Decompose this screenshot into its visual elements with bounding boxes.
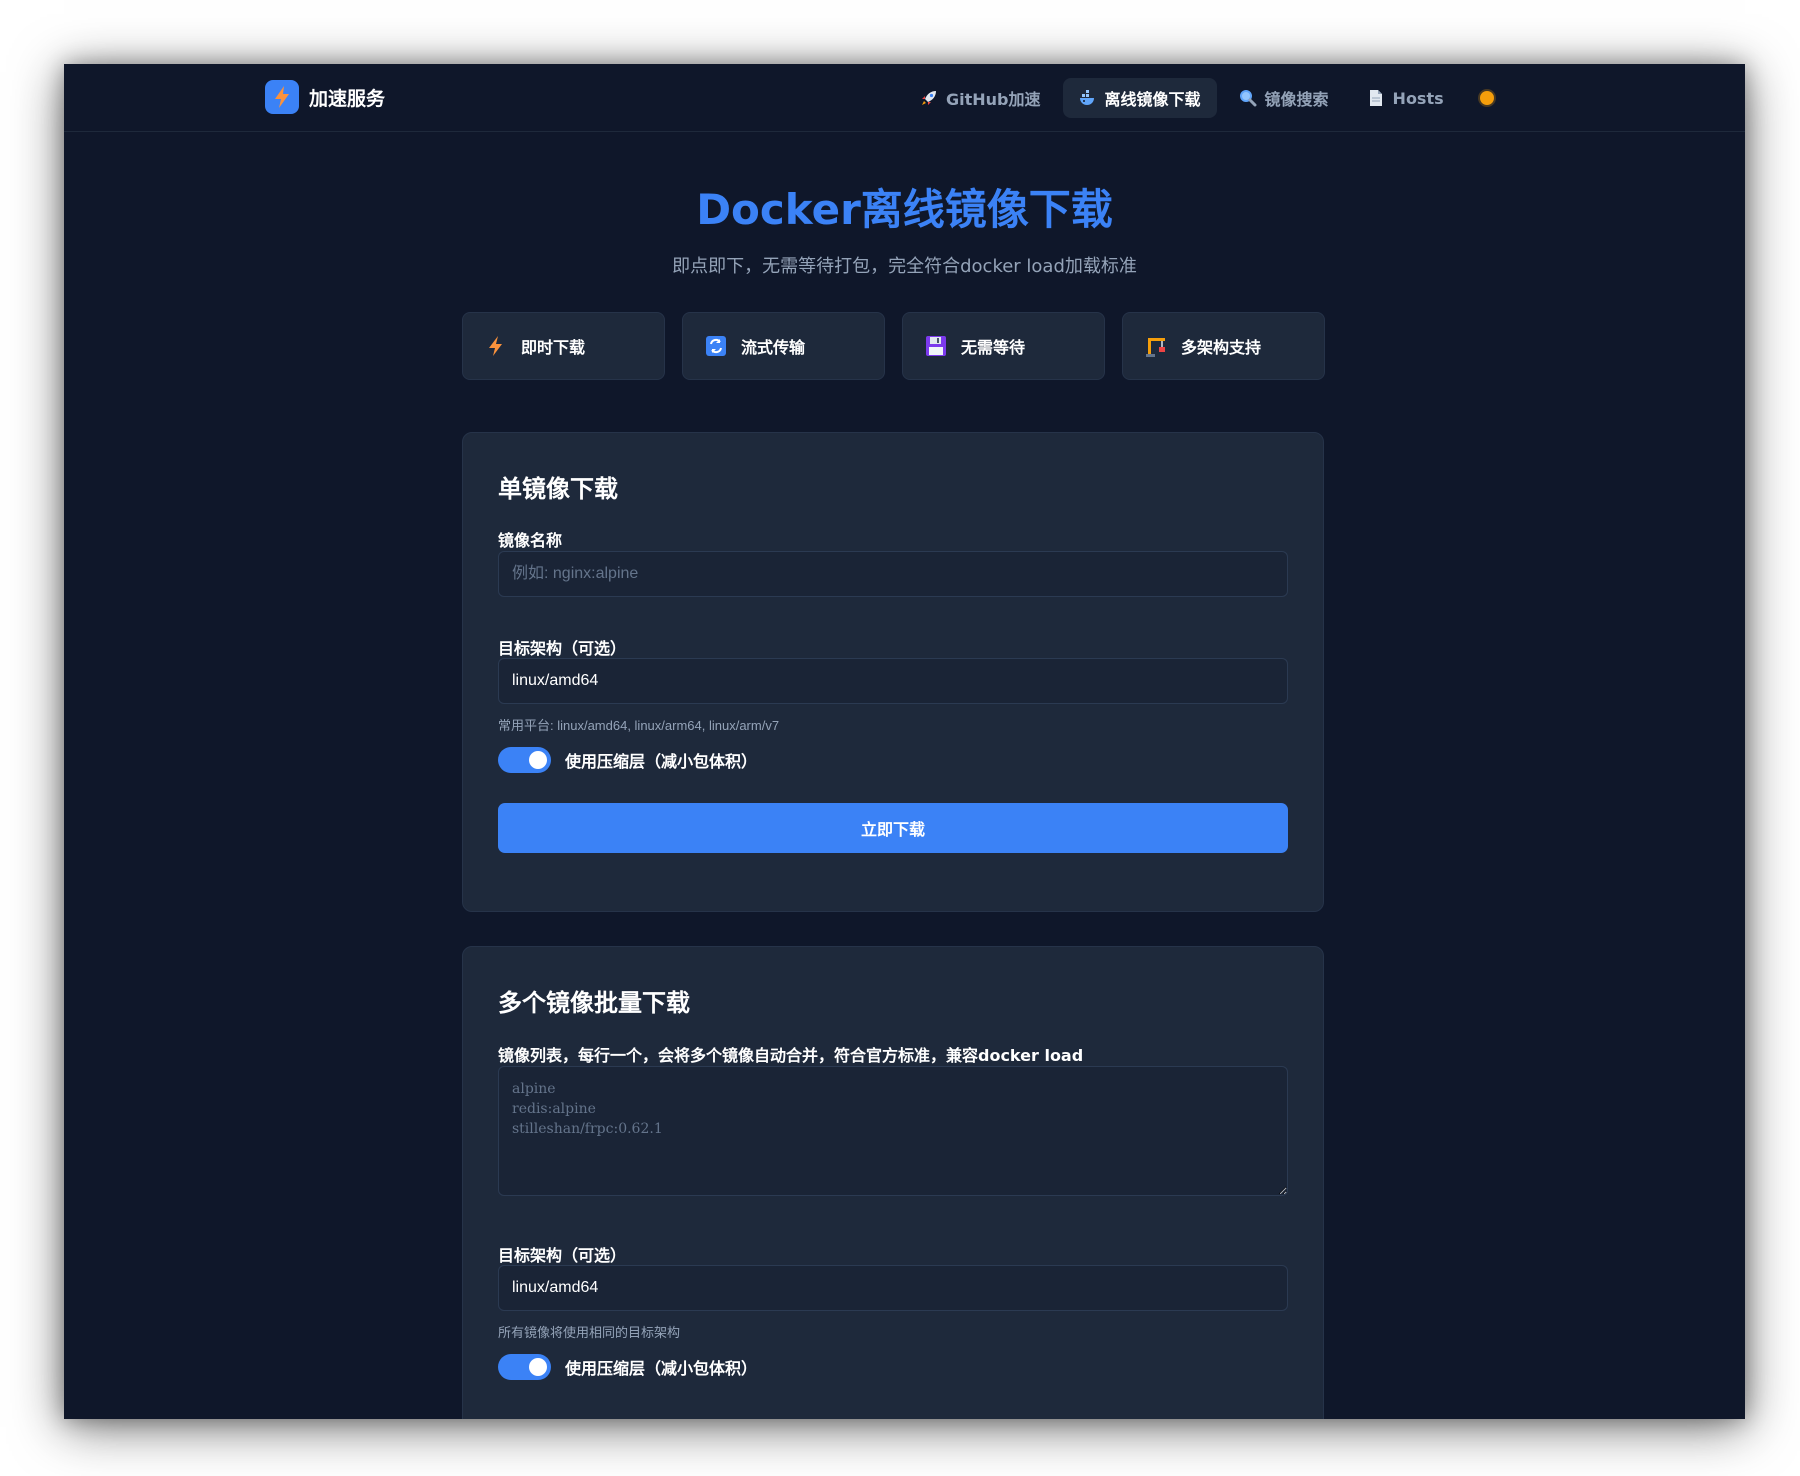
feature-no-wait: 无需等待 xyxy=(902,312,1105,380)
arch-label: 目标架构（可选） xyxy=(498,639,627,658)
page-subtitle: 即点即下，无需等待打包，完全符合docker load加载标准 xyxy=(672,256,1137,277)
nav-link-search-label: 镜像搜索 xyxy=(1264,90,1329,109)
download-now-button[interactable]: 立即下载 xyxy=(498,803,1288,853)
compress-label: 使用压缩层（减小包体积） xyxy=(565,752,758,771)
page-title: Docker离线镜像下载 xyxy=(696,185,1113,234)
batch-compress-row: 使用压缩层（减小包体积） xyxy=(498,1354,757,1380)
batch-compress-label: 使用压缩层（减小包体积） xyxy=(565,1359,758,1378)
feature-label: 流式传输 xyxy=(741,338,806,357)
batch-download-card: 多个镜像批量下载 镜像列表，每行一个，会将多个镜像自动合并，符合官方标准，兼容d… xyxy=(462,946,1324,1419)
nav-link-offline-download[interactable]: 离线镜像下载 xyxy=(1062,78,1217,118)
arch-hint: 常用平台: linux/amd64, linux/arm64, linux/ar… xyxy=(498,718,780,733)
arch-input[interactable] xyxy=(498,658,1288,704)
feature-label: 即时下载 xyxy=(521,338,586,357)
compress-row: 使用压缩层（减小包体积） xyxy=(498,747,757,773)
image-list-label: 镜像列表，每行一个，会将多个镜像自动合并，符合官方标准，兼容docker loa… xyxy=(498,1046,1084,1065)
nav-link-hosts[interactable]: Hosts xyxy=(1351,78,1460,118)
magnifier-icon xyxy=(1239,89,1257,107)
batch-arch-hint: 所有镜像将使用相同的目标架构 xyxy=(498,1325,681,1340)
top-navbar: 加速服务 GitHub加速 离线镜像下载 镜像搜索 Hosts xyxy=(64,64,1745,132)
sync-icon xyxy=(705,335,727,357)
brand[interactable]: 加速服务 xyxy=(265,80,385,114)
whale-icon xyxy=(1079,89,1097,107)
feature-instant-download: 即时下载 xyxy=(462,312,665,380)
batch-compress-toggle[interactable] xyxy=(498,1354,551,1380)
batch-arch-input[interactable] xyxy=(498,1265,1288,1311)
nav-links: GitHub加速 离线镜像下载 镜像搜索 Hosts xyxy=(904,78,1494,118)
batch-arch-label: 目标架构（可选） xyxy=(498,1246,627,1265)
lightning-logo-icon xyxy=(265,80,299,114)
single-download-card: 单镜像下载 镜像名称 目标架构（可选） 常用平台: linux/amd64, l… xyxy=(462,432,1324,912)
lightning-icon xyxy=(485,335,507,357)
feature-label: 无需等待 xyxy=(961,338,1026,357)
image-name-input[interactable] xyxy=(498,551,1288,597)
feature-label: 多架构支持 xyxy=(1181,338,1262,357)
feature-multi-arch: 多架构支持 xyxy=(1122,312,1325,380)
image-name-label: 镜像名称 xyxy=(498,531,563,550)
rocket-icon xyxy=(920,89,938,107)
app-window: 加速服务 GitHub加速 离线镜像下载 镜像搜索 Hosts Docker离线… xyxy=(64,64,1745,1419)
floppy-disk-icon xyxy=(925,335,947,357)
batch-download-title: 多个镜像批量下载 xyxy=(498,989,690,1017)
document-icon xyxy=(1367,89,1385,107)
nav-link-hosts-label: Hosts xyxy=(1392,88,1444,108)
crane-icon xyxy=(1145,335,1167,357)
single-download-title: 单镜像下载 xyxy=(498,475,618,503)
sun-icon[interactable] xyxy=(1479,91,1494,105)
feature-list: 即时下载 流式传输 无需等待 多架构支持 xyxy=(462,312,1325,380)
brand-name: 加速服务 xyxy=(309,87,386,110)
nav-link-github[interactable]: GitHub加速 xyxy=(904,78,1057,118)
compress-toggle[interactable] xyxy=(498,747,551,773)
nav-link-github-label: GitHub加速 xyxy=(946,90,1041,109)
feature-streaming: 流式传输 xyxy=(682,312,885,380)
image-list-textarea[interactable] xyxy=(498,1066,1288,1196)
nav-link-offline-download-label: 离线镜像下载 xyxy=(1104,90,1201,109)
nav-link-search[interactable]: 镜像搜索 xyxy=(1223,78,1345,118)
